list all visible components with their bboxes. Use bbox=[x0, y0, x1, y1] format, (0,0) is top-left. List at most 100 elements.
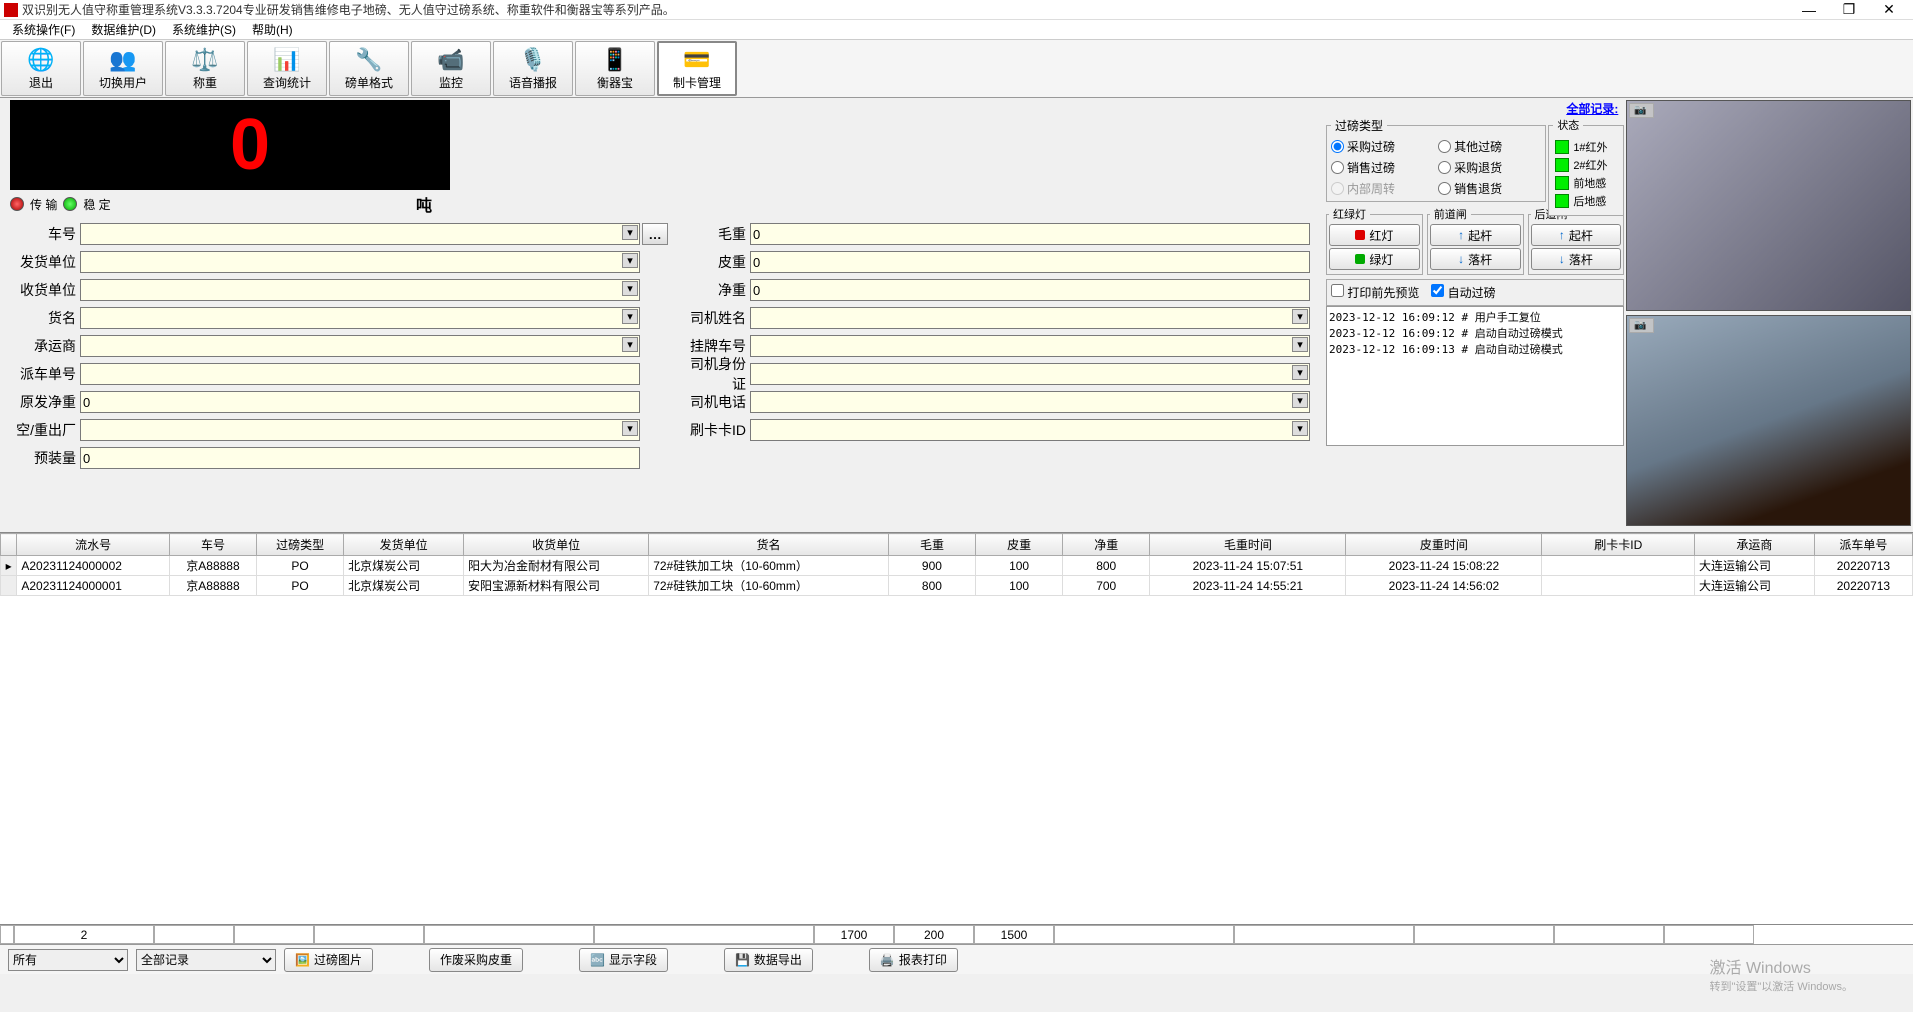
dropdown-arrow-刷卡卡ID[interactable]: ▾ bbox=[1292, 421, 1308, 436]
input-皮重[interactable] bbox=[750, 251, 1310, 273]
filter-select-0[interactable]: 所有 bbox=[8, 949, 128, 971]
col-header-承运商[interactable]: 承运商 bbox=[1695, 534, 1815, 556]
input-刷卡卡ID[interactable] bbox=[750, 419, 1310, 441]
toolbar-退出[interactable]: 🌐退出 bbox=[1, 41, 81, 96]
col-header-皮重[interactable]: 皮重 bbox=[976, 534, 1063, 556]
filter-select-1[interactable]: 全部记录 bbox=[136, 949, 276, 971]
bottom-btn-显示字段[interactable]: 🔤显示字段 bbox=[579, 948, 668, 972]
btn-红绿灯-红灯[interactable]: 红灯 bbox=[1329, 224, 1420, 246]
minimize-button[interactable]: — bbox=[1789, 2, 1829, 18]
bottom-btn-数据导出[interactable]: 💾数据导出 bbox=[724, 948, 813, 972]
dropdown-arrow-承运商[interactable]: ▾ bbox=[622, 337, 638, 352]
radio-其他过磅[interactable]: 其他过磅 bbox=[1438, 138, 1541, 155]
input-毛重[interactable] bbox=[750, 223, 1310, 245]
maximize-button[interactable]: ❐ bbox=[1829, 1, 1869, 18]
dropdown-arrow-车号[interactable]: ▾ bbox=[622, 225, 638, 240]
menu-item-1[interactable]: 数据维护(D) bbox=[83, 21, 164, 38]
btn-前道闸-落杆[interactable]: ↓落杆 bbox=[1430, 248, 1521, 270]
bottom-btn-过磅图片[interactable]: 🖼️过磅图片 bbox=[284, 948, 373, 972]
input-货名[interactable] bbox=[80, 307, 640, 329]
menu-item-3[interactable]: 帮助(H) bbox=[244, 21, 301, 38]
col-header-毛重时间[interactable]: 毛重时间 bbox=[1150, 534, 1346, 556]
label-原发净重: 原发净重 bbox=[8, 392, 80, 412]
total-cell-2 bbox=[154, 925, 234, 944]
table-row[interactable]: A20231124000001京A88888PO北京煤炭公司安阳宝源新材料有限公… bbox=[1, 576, 1913, 596]
arrow-icon: ↓ bbox=[1559, 252, 1565, 266]
form-row-原发净重: 原发净重 bbox=[8, 390, 668, 414]
input-空/重出厂[interactable] bbox=[80, 419, 640, 441]
log-area[interactable]: 2023-12-12 16:09:12 # 用户手工复位 2023-12-12 … bbox=[1326, 306, 1624, 446]
col-header-发货单位[interactable]: 发货单位 bbox=[344, 534, 464, 556]
col-header-过磅类型[interactable]: 过磅类型 bbox=[257, 534, 344, 556]
btn-红绿灯-绿灯[interactable]: 绿灯 bbox=[1329, 248, 1420, 270]
col-header-货名[interactable]: 货名 bbox=[649, 534, 889, 556]
radio-销售退货[interactable]: 销售退货 bbox=[1438, 180, 1541, 197]
input-车号[interactable] bbox=[80, 223, 640, 245]
toolbar-衡器宝[interactable]: 📱衡器宝 bbox=[575, 41, 655, 96]
col-header-皮重时间[interactable]: 皮重时间 bbox=[1346, 534, 1542, 556]
radio-采购退货[interactable]: 采购退货 bbox=[1438, 159, 1541, 176]
lookup-button-车号[interactable]: … bbox=[642, 223, 668, 245]
dropdown-arrow-司机姓名[interactable]: ▾ bbox=[1292, 309, 1308, 324]
toolbar-监控[interactable]: 📹监控 bbox=[411, 41, 491, 96]
toolbar-切换用户[interactable]: 👥切换用户 bbox=[83, 41, 163, 96]
col-header-刷卡卡ID[interactable]: 刷卡卡ID bbox=[1542, 534, 1695, 556]
color-dot-icon bbox=[1355, 254, 1365, 264]
btn-后道闸-起杆[interactable]: ↑起杆 bbox=[1531, 224, 1622, 246]
dropdown-arrow-收货单位[interactable]: ▾ bbox=[622, 281, 638, 296]
input-司机姓名[interactable] bbox=[750, 307, 1310, 329]
radio-采购过磅[interactable]: 采购过磅 bbox=[1331, 138, 1434, 155]
camera-1[interactable]: 📷 bbox=[1626, 100, 1911, 311]
form-left-column: 车号▾…发货单位▾收货单位▾货名▾承运商▾派车单号原发净重空/重出厂▾预装量 bbox=[8, 222, 668, 470]
menu-item-0[interactable]: 系统操作(F) bbox=[4, 21, 83, 38]
all-records-link[interactable]: 全部记录: bbox=[1326, 98, 1624, 117]
input-承运商[interactable] bbox=[80, 335, 640, 357]
input-净重[interactable] bbox=[750, 279, 1310, 301]
dropdown-arrow-挂牌车号[interactable]: ▾ bbox=[1292, 337, 1308, 352]
form-row-毛重: 毛重 bbox=[678, 222, 1310, 246]
bottom-btn-报表打印[interactable]: 🖨️报表打印 bbox=[869, 948, 958, 972]
radio-内部周转[interactable]: 内部周转 bbox=[1331, 180, 1434, 197]
toolbar-称重[interactable]: ⚖️称重 bbox=[165, 41, 245, 96]
toolbar-磅单格式[interactable]: 🔧磅单格式 bbox=[329, 41, 409, 96]
col-header-车号[interactable]: 车号 bbox=[169, 534, 256, 556]
input-收货单位[interactable] bbox=[80, 279, 640, 301]
titlebar: 双识别无人值守称重管理系统V3.3.3.7204专业研发销售维修电子地磅、无人值… bbox=[0, 0, 1913, 20]
menu-item-2[interactable]: 系统维护(S) bbox=[164, 21, 244, 38]
toolbar-查询统计[interactable]: 📊查询统计 bbox=[247, 41, 327, 96]
col-header-收货单位[interactable]: 收货单位 bbox=[464, 534, 649, 556]
total-cell-0 bbox=[0, 925, 14, 944]
input-原发净重[interactable] bbox=[80, 391, 640, 413]
input-发货单位[interactable] bbox=[80, 251, 640, 273]
col-header-流水号[interactable]: 流水号 bbox=[17, 534, 170, 556]
col-header-毛重[interactable]: 毛重 bbox=[888, 534, 975, 556]
bottom-btn-作废采购皮重[interactable]: 作废采购皮重 bbox=[429, 948, 523, 972]
table-row[interactable]: ▸A20231124000002京A88888PO北京煤炭公司阳大为冶金耐材有限… bbox=[1, 556, 1913, 576]
dropdown-arrow-司机电话[interactable]: ▾ bbox=[1292, 393, 1308, 408]
dropdown-arrow-空/重出厂[interactable]: ▾ bbox=[622, 421, 638, 436]
col-header-派车单号[interactable]: 派车单号 bbox=[1814, 534, 1912, 556]
input-司机电话[interactable] bbox=[750, 391, 1310, 413]
toolbar-语音播报[interactable]: 🎙️语音播报 bbox=[493, 41, 573, 96]
dropdown-arrow-发货单位[interactable]: ▾ bbox=[622, 253, 638, 268]
btn-前道闸-起杆[interactable]: ↑起杆 bbox=[1430, 224, 1521, 246]
dropdown-arrow-司机身份证[interactable]: ▾ bbox=[1292, 365, 1308, 380]
check-打印前先预览[interactable]: 打印前先预览 bbox=[1331, 284, 1419, 301]
close-button[interactable]: ✕ bbox=[1869, 1, 1909, 18]
dropdown-arrow-货名[interactable]: ▾ bbox=[622, 309, 638, 324]
radio-销售过磅[interactable]: 销售过磅 bbox=[1331, 159, 1434, 176]
data-grid[interactable]: 流水号车号过磅类型发货单位收货单位货名毛重皮重净重毛重时间皮重时间刷卡卡ID承运… bbox=[0, 532, 1913, 924]
input-预装量[interactable] bbox=[80, 447, 640, 469]
toolbar-icon: 💳 bbox=[683, 46, 710, 74]
toolbar-制卡管理[interactable]: 💳制卡管理 bbox=[657, 41, 737, 96]
camera-2[interactable]: 📷 bbox=[1626, 315, 1911, 526]
input-司机身份证[interactable] bbox=[750, 363, 1310, 385]
check-自动过磅[interactable]: 自动过磅 bbox=[1431, 284, 1495, 301]
status-light-1#红外: 1#红外 bbox=[1555, 139, 1617, 155]
total-cell-8: 200 bbox=[894, 925, 974, 944]
input-挂牌车号[interactable] bbox=[750, 335, 1310, 357]
form-row-发货单位: 发货单位▾ bbox=[8, 250, 668, 274]
input-派车单号[interactable] bbox=[80, 363, 640, 385]
col-header-净重[interactable]: 净重 bbox=[1063, 534, 1150, 556]
btn-后道闸-落杆[interactable]: ↓落杆 bbox=[1531, 248, 1622, 270]
